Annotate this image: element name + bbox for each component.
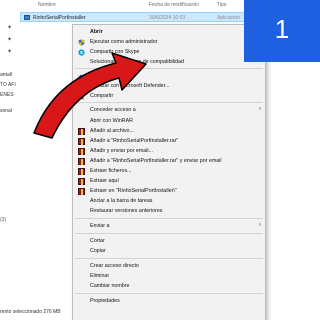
menu-item-give-access[interactable]: Conceder acceso a › bbox=[73, 105, 265, 115]
menu-item-rename[interactable]: Cambiar nombre bbox=[73, 281, 265, 291]
menu-item-compatibility[interactable]: Solucionar problemas de compatibilidad bbox=[73, 57, 265, 67]
status-bar: rento seleccionado 276 MB bbox=[0, 309, 61, 315]
menu-item-add-rar-email[interactable]: Añadir a "RinhoSerialPortInstaller.rar" … bbox=[73, 156, 265, 166]
menu-separator bbox=[75, 68, 263, 69]
menu-item-create-shortcut[interactable]: Crear acceso directo bbox=[73, 261, 265, 271]
menu-separator bbox=[75, 293, 263, 294]
chevron-right-icon: › bbox=[259, 106, 261, 112]
winrar-icon bbox=[78, 137, 85, 145]
quick-access-pins: ✦ ✦ ✦ bbox=[7, 24, 15, 60]
file-row-selected[interactable]: RinhoSerialPortInstaller 30/6/2024 10:03… bbox=[20, 12, 270, 22]
share-icon bbox=[78, 92, 85, 99]
menu-item-cut[interactable]: Cortar bbox=[73, 236, 265, 246]
step-number-badge: 1 bbox=[244, 0, 320, 62]
skype-icon: S bbox=[78, 48, 85, 56]
menu-item-run-as-admin[interactable]: Ejecutar como administrador bbox=[73, 37, 265, 47]
menu-separator bbox=[75, 233, 263, 234]
menu-item-add-rar[interactable]: Añadir a "RinhoSerialPortInstaller.rar" bbox=[73, 136, 265, 146]
onedrive-icon bbox=[78, 74, 85, 78]
context-menu: Abrir Ejecutar como administrador S Comp… bbox=[72, 24, 266, 320]
menu-item-extract-files[interactable]: Extraer ficheros... bbox=[73, 166, 265, 176]
winrar-icon bbox=[78, 127, 85, 135]
menu-item-share-skype[interactable]: S Compartir con Skype bbox=[73, 47, 265, 57]
pin-icon[interactable]: ✦ bbox=[7, 36, 15, 48]
menu-item-move-onedrive[interactable]: Mover a OneDrive bbox=[73, 71, 265, 81]
navigation-pane: antall TO AFI ENES sonal bbox=[0, 72, 20, 118]
winrar-icon bbox=[78, 157, 85, 165]
defender-icon bbox=[78, 82, 85, 90]
nav-item[interactable]: ENES bbox=[0, 92, 20, 102]
winrar-icon bbox=[78, 167, 85, 175]
menu-item-defender[interactable]: Analizar con Microsoft Defender... bbox=[73, 81, 265, 91]
column-name-header[interactable]: Nombre bbox=[38, 2, 56, 8]
column-date-header[interactable]: Fecha de modificación bbox=[149, 2, 199, 8]
menu-item-open[interactable]: Abrir bbox=[73, 27, 265, 37]
column-type-header[interactable]: Tipo bbox=[217, 2, 227, 8]
menu-item-properties[interactable]: Propiedades bbox=[73, 296, 265, 306]
file-name: RinhoSerialPortInstaller bbox=[33, 14, 86, 21]
winrar-icon bbox=[78, 147, 85, 155]
file-date: 30/6/2024 10:03 bbox=[149, 14, 186, 21]
winrar-icon bbox=[78, 177, 85, 185]
uac-shield-icon bbox=[78, 38, 85, 46]
step-number: 1 bbox=[274, 14, 290, 44]
menu-item-add-email[interactable]: Añadir y enviar por email... bbox=[73, 146, 265, 156]
chevron-right-icon: › bbox=[259, 222, 261, 228]
menu-separator bbox=[75, 218, 263, 219]
menu-item-pin-taskbar[interactable]: Anclar a la barra de tareas bbox=[73, 196, 265, 206]
menu-separator bbox=[75, 102, 263, 103]
menu-separator bbox=[75, 258, 263, 259]
nav-item[interactable]: sonal bbox=[0, 108, 20, 118]
menu-item-add-archive[interactable]: Añadir al archivo... bbox=[73, 126, 265, 136]
pin-icon[interactable]: ✦ bbox=[7, 48, 15, 60]
nav-item[interactable]: TO AFI bbox=[0, 82, 20, 92]
nav-item[interactable]: antall bbox=[0, 72, 20, 82]
menu-item-delete[interactable]: Eliminar bbox=[73, 271, 265, 281]
menu-item-extract-folder[interactable]: Extraer en "RinhoSerialPortInstaller\" bbox=[73, 186, 265, 196]
menu-item-send-to[interactable]: Enviar a › bbox=[73, 221, 265, 231]
pin-icon[interactable]: ✦ bbox=[7, 24, 15, 36]
application-file-icon bbox=[24, 14, 30, 20]
menu-item-copy[interactable]: Copiar bbox=[73, 246, 265, 256]
winrar-icon bbox=[78, 187, 85, 195]
menu-item-extract-here[interactable]: Extraer aquí bbox=[73, 176, 265, 186]
menu-item-share[interactable]: Compartir bbox=[73, 91, 265, 101]
file-type: Aplicación bbox=[217, 14, 240, 21]
menu-item-restore-versions[interactable]: Restaurar versiones anteriores bbox=[73, 206, 265, 216]
menu-item-open-winrar[interactable]: Abrir con WinRAR bbox=[73, 116, 265, 126]
nav-drive-item[interactable]: (3) bbox=[0, 217, 6, 223]
